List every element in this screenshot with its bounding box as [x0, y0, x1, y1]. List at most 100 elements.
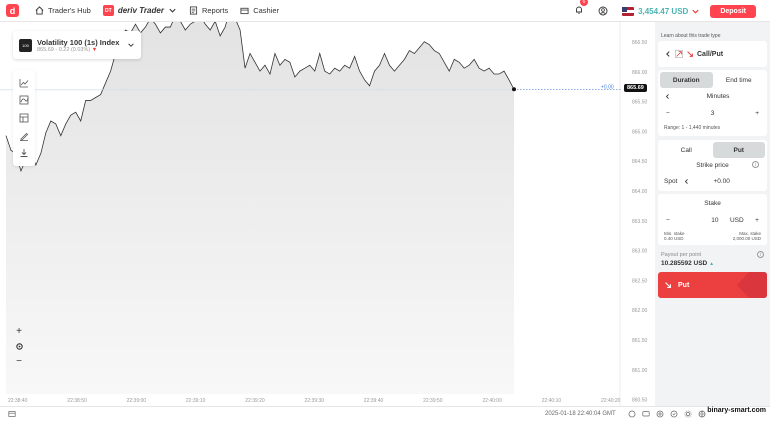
price-tick-label: 861.50 [632, 338, 648, 344]
time-tick-label: 22:39:30 [305, 398, 325, 404]
chevron-left-icon [666, 51, 670, 57]
chevron-down-icon[interactable] [691, 7, 700, 16]
duration-tabs: Duration End time [660, 72, 765, 88]
trade-type-selector[interactable]: Call/Put [658, 41, 767, 67]
settings-icon[interactable] [684, 410, 692, 418]
top-right-area: 6 3,454.47 USD Deposit [574, 0, 770, 22]
language-flag-icon[interactable] [698, 410, 706, 418]
price-tick-label: 866.00 [632, 70, 648, 76]
chart-type-icon[interactable] [19, 78, 29, 88]
info-icon[interactable]: i [752, 161, 759, 168]
tab-end-time[interactable]: End time [712, 72, 765, 88]
chat-icon[interactable] [642, 410, 650, 418]
spot-label: Spot [664, 177, 678, 185]
chart-toolbar [13, 70, 35, 166]
increase-stake-button[interactable]: + [755, 217, 759, 224]
indicators-icon[interactable] [19, 95, 29, 105]
put-icon [687, 51, 693, 57]
account-balance[interactable]: 3,454.47 USD [638, 7, 688, 16]
time-tick-label: 22:40:20 [601, 398, 621, 404]
deposit-button[interactable]: Deposit [710, 4, 756, 18]
price-tick-label: 860.50 [632, 398, 648, 404]
symbol-price-change: 865.69 - 0.22 (0.03%) ▼ [37, 47, 119, 53]
tab-call[interactable]: Call [660, 142, 713, 158]
duration-value[interactable]: 3 [711, 110, 715, 117]
symbol-selector[interactable]: 100 Volatility 100 (1s) Index 865.69 - 0… [13, 31, 141, 59]
decrease-duration-button[interactable]: − [666, 110, 670, 117]
price-tick-label: 862.50 [632, 278, 648, 284]
cashier-icon [240, 7, 249, 15]
chevron-left-icon [665, 93, 669, 99]
nav-reports[interactable]: Reports [189, 6, 228, 15]
info-icon[interactable]: i [757, 251, 764, 258]
usd-flag-icon [622, 6, 635, 16]
notifications-button[interactable]: 6 [574, 0, 589, 20]
nav-traders-hub[interactable]: Trader's Hub [35, 6, 91, 15]
help-icon[interactable] [656, 410, 664, 418]
symbol-price: 865.69 [37, 46, 54, 53]
price-tick-label: 863.00 [632, 249, 648, 255]
volatility-index-icon: 100 [19, 38, 32, 52]
current-price-tag: 865.69 [624, 84, 647, 93]
duration-unit: Minutes [706, 92, 730, 100]
templates-icon[interactable] [19, 113, 29, 123]
home-icon [35, 6, 44, 15]
learn-about-trade-type-link[interactable]: Learn about this trade type [658, 24, 767, 41]
decrease-stake-button[interactable]: − [666, 217, 670, 224]
status-icons [628, 410, 706, 418]
download-icon[interactable] [19, 148, 29, 158]
stake-card: Stake − 10 USD + Min. stake 0.40 USD Max.… [658, 194, 767, 245]
zoom-in-icon[interactable]: + [16, 326, 22, 337]
up-arrow-icon: ▲ [709, 261, 715, 267]
nav-dtrader[interactable]: DT deriv Trader [102, 5, 177, 16]
chart-area[interactable]: 866.50 866.00 865.50 865.00 864.50 864.00 863.… [0, 22, 652, 406]
reports-icon [189, 6, 198, 15]
spot-value[interactable]: +0.00 [696, 178, 747, 185]
time-tick-label: 22:38:50 [67, 398, 87, 404]
server-time: 2025-01-18 22:40:04 GMT [545, 411, 616, 417]
price-tick-label: 865.50 [632, 100, 648, 106]
price-tick-label: 861.00 [632, 368, 648, 374]
put-purchase-button[interactable]: Put [658, 272, 767, 298]
positions-icon[interactable] [8, 410, 16, 418]
max-stake: Max. stake 2,000.00 USD [732, 231, 761, 241]
top-bar: d Trader's Hub DT deriv Trader Reports C… [0, 0, 770, 22]
price-chart[interactable]: 866.50 866.00 865.50 865.00 864.50 864.00 863.… [0, 22, 652, 406]
zoom-out-icon[interactable]: − [16, 356, 22, 367]
price-area [6, 22, 514, 394]
crosshair-icon[interactable] [15, 342, 24, 351]
zoom-controls: + − [12, 326, 26, 367]
time-tick-label: 22:40:10 [542, 398, 562, 404]
tab-duration[interactable]: Duration [660, 72, 713, 88]
price-tick-label: 863.50 [632, 219, 648, 225]
stake-value[interactable]: 10 [711, 217, 718, 224]
deriv-logo-icon[interactable]: d [6, 4, 19, 17]
chevron-left-icon[interactable] [683, 178, 690, 185]
drawing-tools-icon[interactable] [19, 131, 29, 141]
current-offset-label: +0.00 [601, 84, 614, 90]
stake-title: Stake [704, 200, 721, 207]
whatsapp-icon[interactable] [628, 410, 636, 418]
increase-duration-button[interactable]: + [755, 110, 759, 117]
time-tick-label: 22:39:10 [186, 398, 206, 404]
chevron-down-icon [169, 8, 176, 13]
duration-unit-selector[interactable]: Minutes [660, 88, 765, 104]
time-tick-label: 22:39:00 [127, 398, 147, 404]
price-tick-label: 864.00 [632, 189, 648, 195]
price-tick-label: 862.00 [632, 308, 648, 314]
responsible-trading-icon[interactable] [670, 410, 678, 418]
symbol-name: Volatility 100 (1s) Index [37, 37, 120, 47]
contract-card: Call Put Strike price i Spot +0.00 [658, 140, 767, 191]
nav-cashier[interactable]: Cashier [240, 6, 279, 15]
bell-icon [576, 6, 583, 14]
spot-row: Spot +0.00 [660, 173, 765, 189]
tab-put[interactable]: Put [712, 142, 765, 158]
down-arrow-icon: ▼ [91, 46, 98, 53]
strike-price-label: Strike price [696, 162, 729, 169]
duration-card: Duration End time Minutes − 3 + Range: 1… [658, 70, 767, 136]
watermark: binary-smart.com [707, 407, 766, 414]
dtrader-label: deriv Trader [117, 6, 164, 15]
account-icon[interactable] [598, 6, 608, 16]
min-stake: Min. stake 0.40 USD [664, 231, 685, 241]
traders-hub-label: Trader's Hub [48, 6, 91, 15]
